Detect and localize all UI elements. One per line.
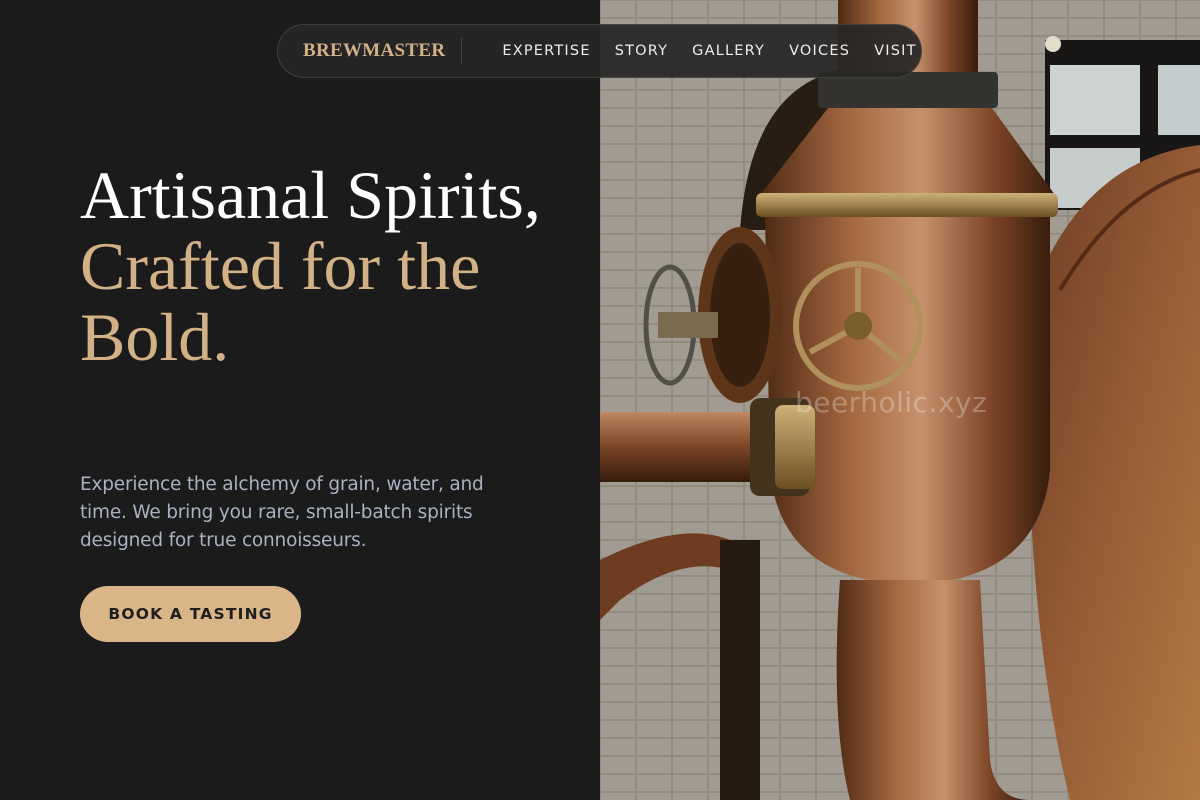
hero-title-accent: Crafted for the Bold. <box>80 228 481 375</box>
nav-link-voices[interactable]: VOICES <box>789 43 850 59</box>
watermark-text: beerholic.xyz <box>795 386 988 419</box>
hero-title-line: Artisanal Spirits, <box>80 157 541 233</box>
top-nav: BREWMASTER EXPERTISE STORY GALLERY VOICE… <box>277 24 922 78</box>
nav-link-expertise[interactable]: EXPERTISE <box>502 43 590 59</box>
hero-subtitle: Experience the alchemy of grain, water, … <box>80 474 484 551</box>
nav-link-gallery[interactable]: GALLERY <box>692 43 765 59</box>
book-tasting-button[interactable]: BOOK A TASTING <box>80 586 301 642</box>
brand-logo[interactable]: BREWMASTER <box>303 38 463 64</box>
hero-left-panel <box>0 0 600 800</box>
hero-title: Artisanal Spirits, Crafted for the Bold. <box>80 160 580 373</box>
nav-link-story[interactable]: STORY <box>615 43 668 59</box>
nav-links: EXPERTISE STORY GALLERY VOICES VISIT <box>502 43 940 59</box>
nav-link-visit[interactable]: VISIT <box>874 43 917 59</box>
